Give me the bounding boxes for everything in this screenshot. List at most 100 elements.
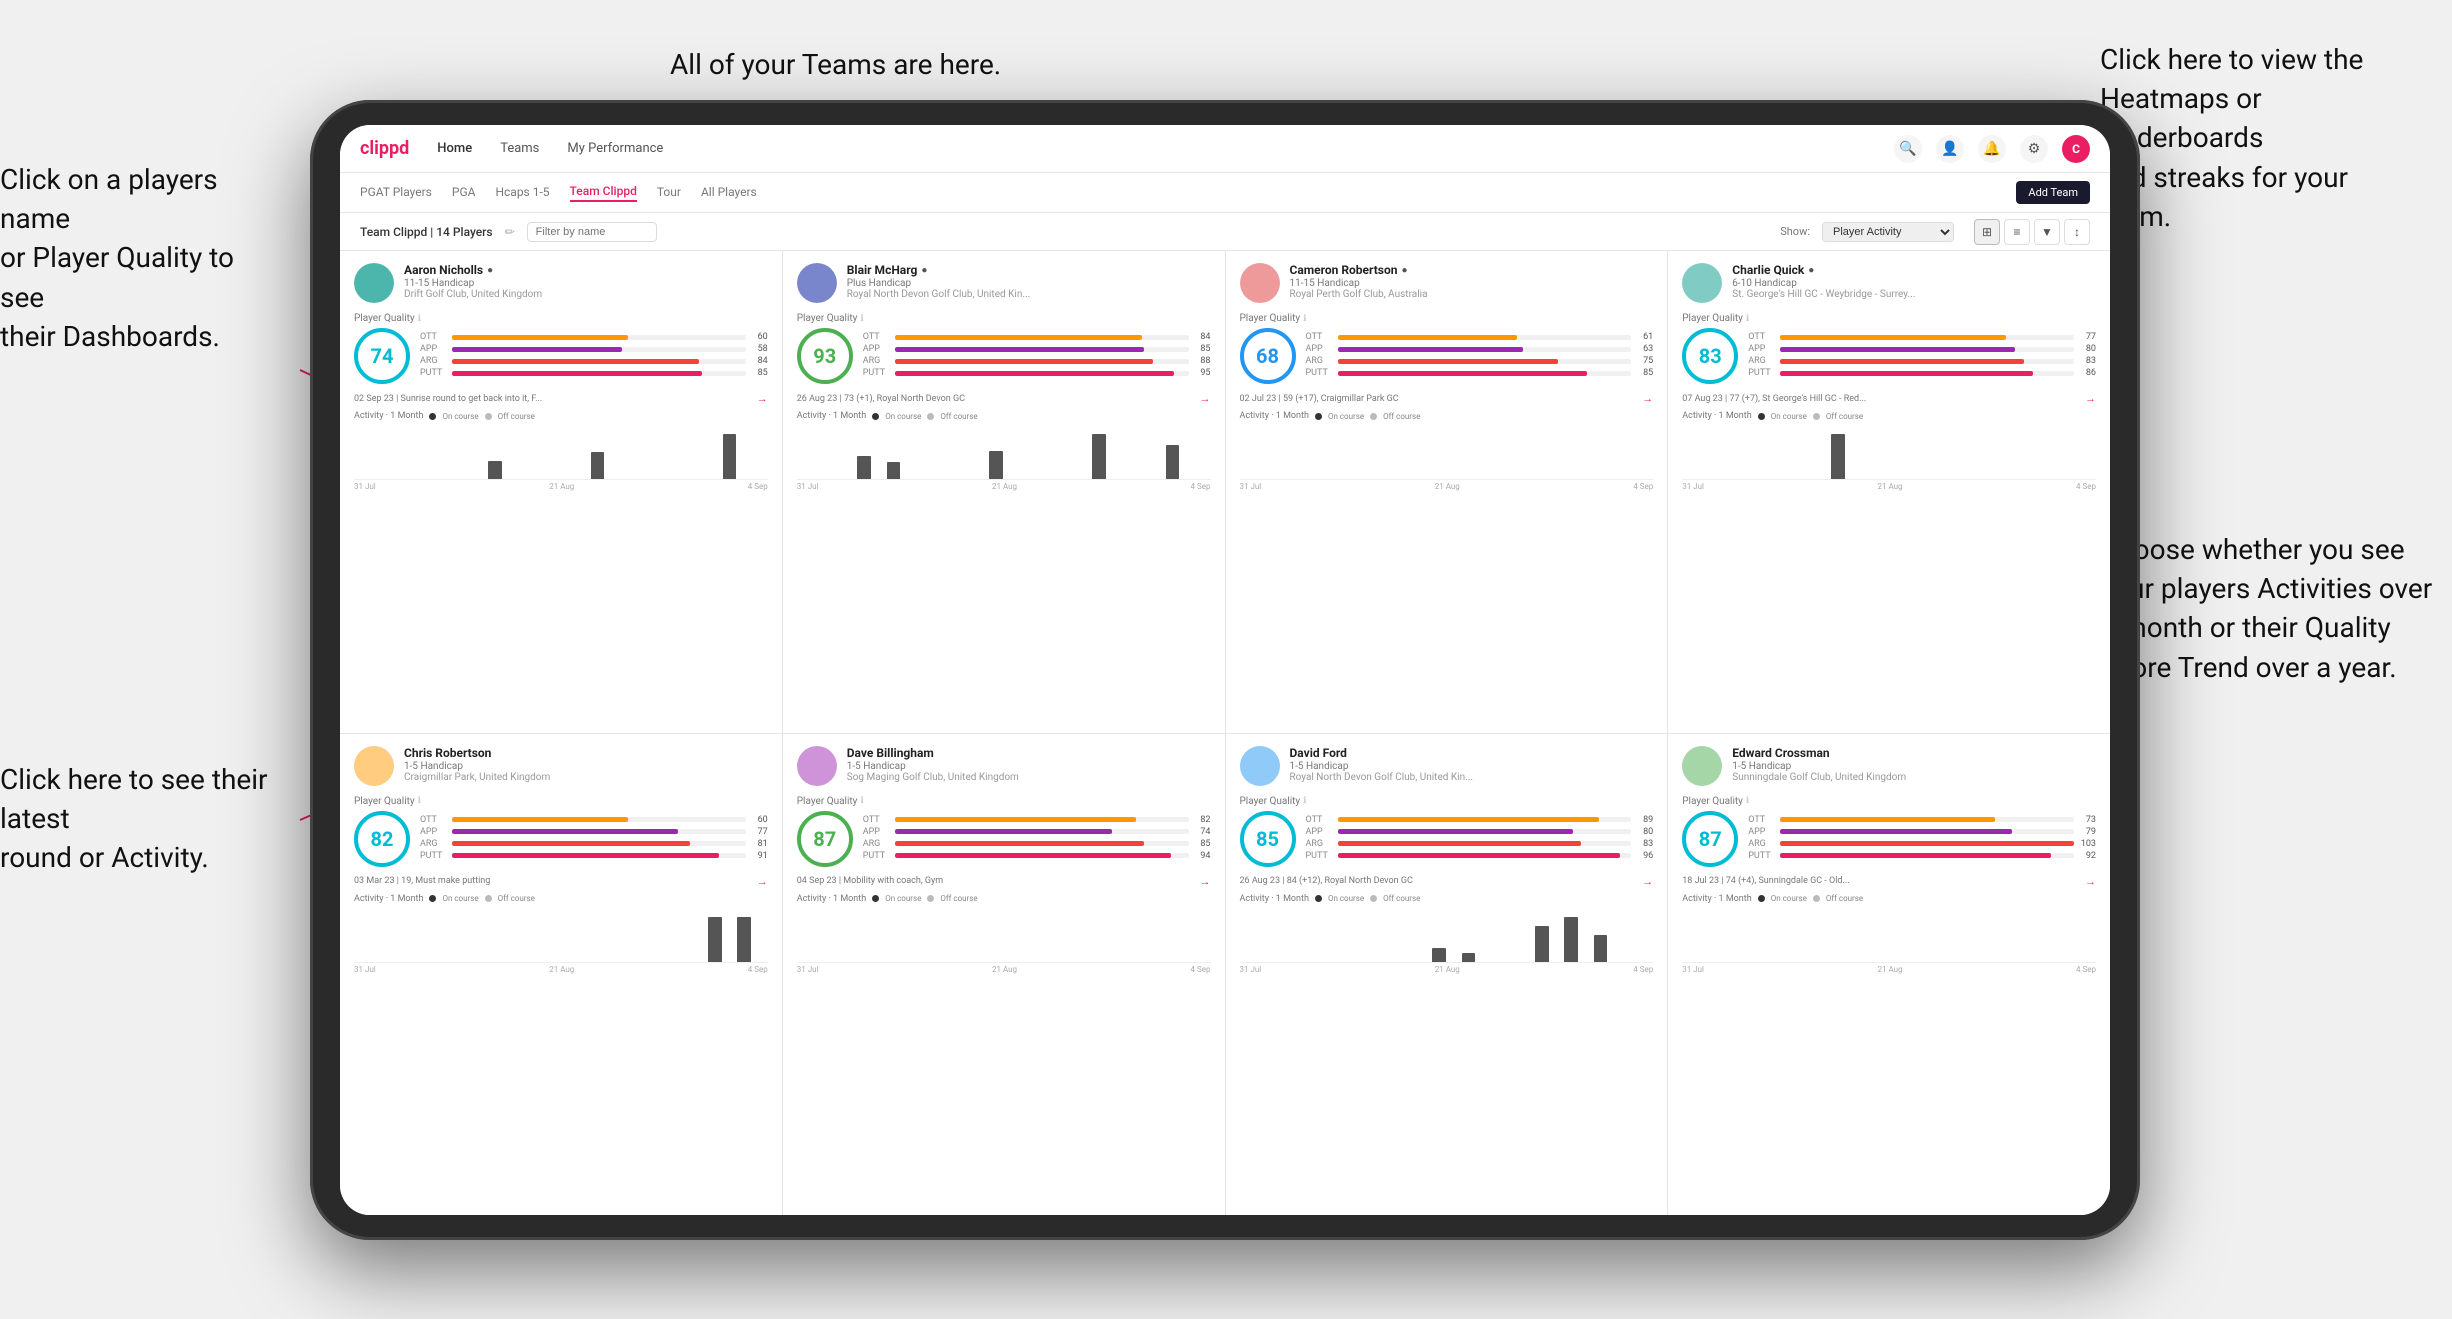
off-course-legend: Off course [1826, 412, 1863, 421]
add-team-button[interactable]: Add Team [2016, 181, 2090, 204]
on-course-legend: On course [1328, 412, 1364, 421]
player-name[interactable]: Aaron Nicholls ● [404, 263, 768, 277]
player-card[interactable]: Cameron Robertson ● 11-15 Handicap Royal… [1226, 251, 1668, 733]
round-arrow[interactable]: → [1642, 392, 1653, 405]
activity-label: Activity · 1 Month [1240, 894, 1309, 904]
player-card[interactable]: Edward Crossman 1-5 Handicap Sunningdale… [1668, 734, 2110, 1216]
player-name[interactable]: Chris Robertson [404, 746, 768, 760]
show-select[interactable]: Player Activity Quality Score Trend [1822, 222, 1954, 242]
player-name[interactable]: Cameron Robertson ● [1290, 263, 1654, 277]
quality-section[interactable]: 83 OTT 77 APP 80 ARG 83 PUT [1682, 328, 2096, 384]
on-course-legend: On course [442, 412, 478, 421]
sort-view-btn[interactable]: ↕ [2064, 219, 2090, 245]
subnav-team-clippd[interactable]: Team Clippd [570, 184, 637, 202]
player-card[interactable]: Charlie Quick ● 6-10 Handicap St. George… [1668, 251, 2110, 733]
stats-grid: OTT 84 APP 85 ARG 88 PUTT 95 [863, 332, 1211, 380]
quality-section[interactable]: 87 OTT 82 APP 74 ARG 85 PUT [797, 811, 1211, 867]
round-arrow[interactable]: → [1200, 392, 1211, 405]
activity-annotation: Choose whether you seeyour players Activ… [2100, 530, 2432, 687]
stat-app: APP 77 [420, 827, 768, 837]
round-arrow[interactable]: → [2085, 392, 2096, 405]
grid-view-btn[interactable]: ⊞ [1974, 219, 2000, 245]
bell-icon-btn[interactable]: 🔔 [1978, 135, 2006, 163]
recent-round[interactable]: 26 Aug 23 | 84 (+12), Royal North Devon … [1240, 875, 1654, 888]
quality-circle[interactable]: 87 [1682, 811, 1738, 867]
profile-icon-btn[interactable]: 👤 [1936, 135, 1964, 163]
player-handicap: Plus Handicap [847, 278, 1211, 289]
quality-section[interactable]: 82 OTT 60 APP 77 ARG 81 PUT [354, 811, 768, 867]
recent-round[interactable]: 03 Mar 23 | 19, Must make putting → [354, 875, 768, 888]
stat-putt: PUTT 85 [420, 368, 768, 378]
list-view-btn[interactable]: ≡ [2004, 219, 2030, 245]
quality-section[interactable]: 68 OTT 61 APP 63 ARG 75 PUT [1240, 328, 1654, 384]
subnav-pga[interactable]: PGA [452, 185, 476, 201]
recent-round[interactable]: 07 Aug 23 | 77 (+7), St George's Hill GC… [1682, 392, 2096, 405]
player-info: Edward Crossman 1-5 Handicap Sunningdale… [1732, 746, 2096, 783]
quality-section-label: Player Quality ℹ [1682, 313, 2096, 324]
activity-section: Activity · 1 Month On course Off course … [797, 411, 1211, 491]
stat-putt: PUTT 92 [1748, 851, 2096, 861]
activity-header: Activity · 1 Month On course Off course [1240, 411, 1654, 421]
tablet-screen: clippd Home Teams My Performance 🔍 👤 🔔 ⚙… [340, 125, 2110, 1215]
player-name[interactable]: Charlie Quick ● [1732, 263, 2096, 277]
round-arrow[interactable]: → [757, 392, 768, 405]
player-info: Chris Robertson 1-5 Handicap Craigmillar… [404, 746, 768, 783]
activity-label: Activity · 1 Month [354, 894, 423, 904]
player-card[interactable]: David Ford 1-5 Handicap Royal North Devo… [1226, 734, 1668, 1216]
quality-section[interactable]: 74 OTT 60 APP 58 ARG 84 PUT [354, 328, 768, 384]
round-arrow[interactable]: → [757, 875, 768, 888]
subnav-tour[interactable]: Tour [657, 185, 681, 201]
off-course-legend: Off course [498, 894, 535, 903]
filter-view-btn[interactable]: ▼ [2034, 219, 2060, 245]
off-course-legend: Off course [1383, 894, 1420, 903]
player-card[interactable]: Blair McHarg ● Plus Handicap Royal North… [783, 251, 1225, 733]
quality-circle[interactable]: 82 [354, 811, 410, 867]
recent-round[interactable]: 18 Jul 23 | 74 (+4), Sunningdale GC - Ol… [1682, 875, 2096, 888]
edit-icon[interactable]: ✏ [505, 225, 515, 239]
quality-circle[interactable]: 85 [1240, 811, 1296, 867]
stat-arg: ARG 88 [863, 356, 1211, 366]
chart-dates: 31 Jul 21 Aug 4 Sep [1682, 482, 2096, 491]
subnav-all-players[interactable]: All Players [701, 185, 757, 201]
quality-section-label: Player Quality ℹ [1682, 796, 2096, 807]
on-course-dot [429, 413, 436, 420]
round-arrow[interactable]: → [2085, 875, 2096, 888]
recent-round[interactable]: 04 Sep 23 | Mobility with coach, Gym → [797, 875, 1211, 888]
settings-icon-btn[interactable]: ⚙ [2020, 135, 2048, 163]
recent-round[interactable]: 02 Jul 23 | 59 (+17), Craigmillar Park G… [1240, 392, 1654, 405]
search-icon-btn[interactable]: 🔍 [1894, 135, 1922, 163]
avatar-btn[interactable]: C [2062, 135, 2090, 163]
player-name[interactable]: Edward Crossman [1732, 746, 2096, 760]
player-card[interactable]: Dave Billingham 1-5 Handicap Sog Maging … [783, 734, 1225, 1216]
nav-teams[interactable]: Teams [500, 141, 539, 156]
nav-my-performance[interactable]: My Performance [567, 141, 663, 156]
player-name[interactable]: Dave Billingham [847, 746, 1211, 760]
recent-round[interactable]: 02 Sep 23 | Sunrise round to get back in… [354, 392, 768, 405]
quality-circle[interactable]: 83 [1682, 328, 1738, 384]
player-name[interactable]: David Ford [1290, 746, 1654, 760]
filter-input[interactable] [527, 222, 657, 242]
stat-app: APP 85 [863, 344, 1211, 354]
subnav-hcaps[interactable]: Hcaps 1-5 [495, 185, 549, 201]
quality-circle[interactable]: 87 [797, 811, 853, 867]
recent-round[interactable]: 26 Aug 23 | 73 (+1), Royal North Devon G… [797, 392, 1211, 405]
chart-dates: 31 Jul 21 Aug 4 Sep [1240, 482, 1654, 491]
player-handicap: 11-15 Handicap [1290, 278, 1654, 289]
quality-section[interactable]: 93 OTT 84 APP 85 ARG 88 PUT [797, 328, 1211, 384]
quality-circle[interactable]: 74 [354, 328, 410, 384]
round-arrow[interactable]: → [1200, 875, 1211, 888]
quality-circle[interactable]: 93 [797, 328, 853, 384]
stat-arg: ARG 83 [1306, 839, 1654, 849]
player-name[interactable]: Blair McHarg ● [847, 263, 1211, 277]
quality-circle[interactable]: 68 [1240, 328, 1296, 384]
player-card[interactable]: Aaron Nicholls ● 11-15 Handicap Drift Go… [340, 251, 782, 733]
nav-home[interactable]: Home [437, 141, 472, 156]
round-arrow[interactable]: → [1642, 875, 1653, 888]
off-course-legend: Off course [1826, 894, 1863, 903]
subnav-pgat[interactable]: PGAT Players [360, 185, 432, 201]
quality-section[interactable]: 87 OTT 73 APP 79 ARG 103 PU [1682, 811, 2096, 867]
off-course-dot [1370, 895, 1377, 902]
player-card[interactable]: Chris Robertson 1-5 Handicap Craigmillar… [340, 734, 782, 1216]
quality-section[interactable]: 85 OTT 89 APP 80 ARG 83 PUT [1240, 811, 1654, 867]
stat-ott: OTT 61 [1306, 332, 1654, 342]
